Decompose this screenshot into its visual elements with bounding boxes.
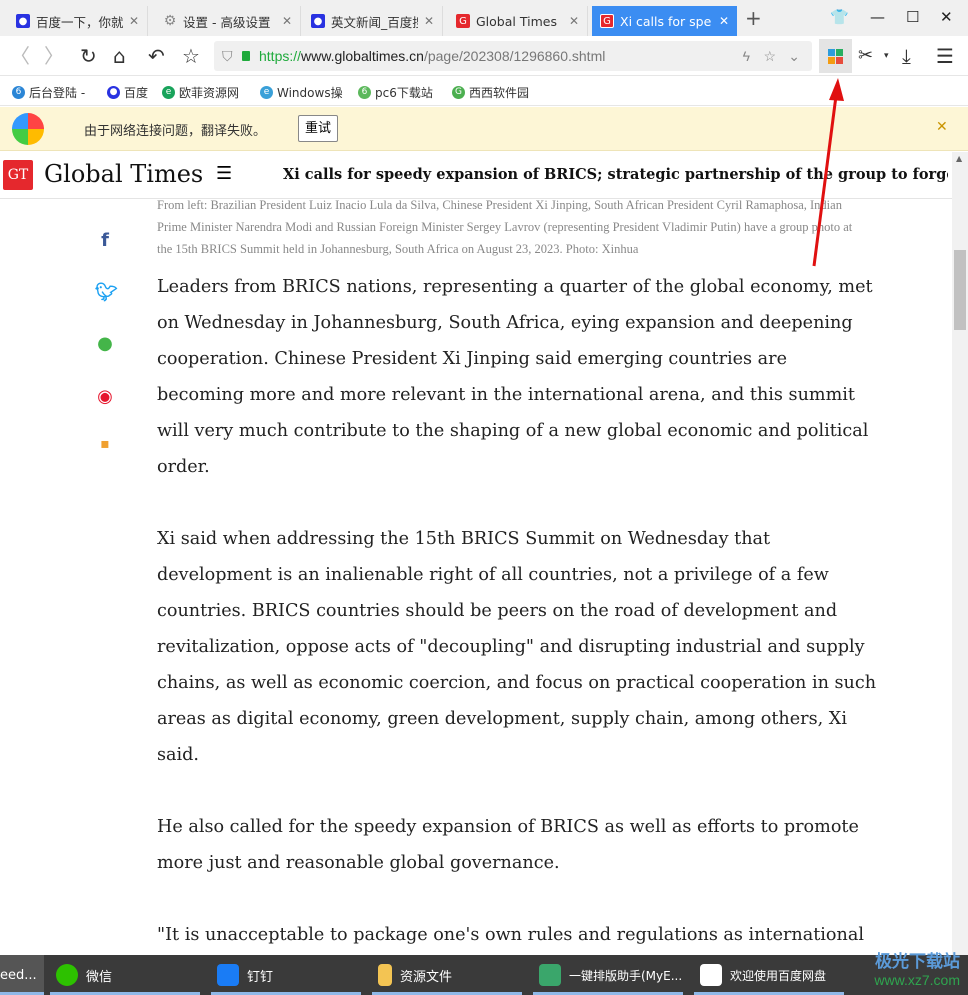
taskbar-item-wechat[interactable]: 微信 (50, 955, 200, 995)
taskbar-label: 一键排版助手(MyE... (569, 968, 683, 983)
taskbar-item-browser[interactable]: eed... (0, 955, 44, 995)
taskbar-label: eed... (0, 967, 37, 983)
wechat-icon (56, 964, 78, 986)
taskbar-item-dingtalk[interactable]: 钉钉 (211, 955, 361, 995)
taskbar-item-myeditor[interactable]: 一键排版助手(MyE... (533, 955, 683, 995)
annotation-arrow (812, 78, 844, 267)
dingtalk-icon (217, 964, 239, 986)
arrow-shaft (812, 95, 838, 267)
taskbar-label: 资源文件 (400, 969, 453, 985)
watermark: 极光下载站 www.xz7.com (850, 947, 968, 995)
taskbar: eed... 微信 钉钉 资源文件 一键排版助手(MyE... 欢迎使用百度网盘… (0, 952, 968, 995)
watermark-text: 极光下载站 (875, 952, 960, 972)
taskbar-item-folder[interactable]: 资源文件 (372, 955, 522, 995)
taskbar-label: 欢迎使用百度网盘 (730, 968, 827, 983)
baidu-netdisk-icon (700, 964, 722, 986)
folder-icon (378, 964, 392, 986)
taskbar-label: 微信 (86, 969, 113, 985)
taskbar-label: 钉钉 (247, 969, 274, 985)
watermark-url: www.xz7.com (874, 972, 960, 988)
arrow-head (829, 78, 844, 101)
myeditor-icon (539, 964, 561, 986)
taskbar-item-baidu-netdisk[interactable]: 欢迎使用百度网盘 (694, 955, 844, 995)
